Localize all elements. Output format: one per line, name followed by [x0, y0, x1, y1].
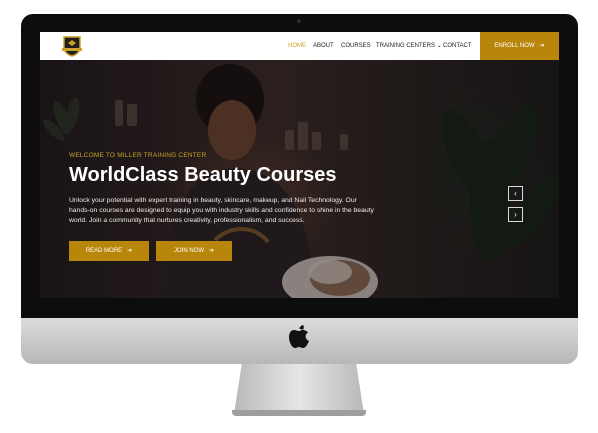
monitor-stand-base: [232, 410, 366, 416]
chevron-down-icon: ⌄: [436, 43, 442, 49]
join-now-button[interactable]: JOIN NOW ➔: [156, 241, 232, 261]
carousel-prev-button[interactable]: ‹: [508, 186, 523, 201]
apple-logo-icon: [289, 325, 309, 348]
read-more-label: READ MORE: [85, 248, 123, 254]
shield-crest-icon[interactable]: [60, 34, 84, 58]
nav-about[interactable]: ABOUT: [313, 42, 334, 50]
chevron-right-icon: ›: [514, 210, 517, 219]
nav-contact[interactable]: CONTACT: [443, 42, 472, 50]
chevron-left-icon: ‹: [514, 189, 517, 198]
hero-title: WorldClass Beauty Courses: [69, 164, 337, 186]
monitor-stand: [234, 364, 364, 414]
arrow-right-icon: ➔: [127, 248, 133, 254]
read-more-button[interactable]: READ MORE ➔: [69, 241, 149, 261]
hero-description: Unlock your potential with expert traini…: [69, 197, 374, 224]
nav-courses[interactable]: COURSES: [341, 42, 371, 50]
arrow-right-icon: ➔: [539, 43, 545, 49]
enroll-now-label: ENROLL NOW: [494, 43, 535, 49]
arrow-right-icon: ➔: [208, 248, 215, 254]
nav-training-centers-label: TRAINING CENTERS: [376, 43, 436, 49]
hero-eyebrow: WELCOME TO MILLER TRAINING CENTER: [69, 152, 207, 159]
nav-training-centers[interactable]: TRAINING CENTERS ⌄: [376, 42, 442, 50]
camera-dot: [297, 19, 301, 23]
hero-section: WELCOME TO MILLER TRAINING CENTER WorldC…: [40, 60, 559, 298]
website-screen: WELCOME TO MILLER TRAINING CENTER WorldC…: [40, 32, 559, 298]
navigation-bar: HOME ABOUT COURSES TRAINING CENTERS ⌄ CO…: [40, 32, 559, 60]
carousel-next-button[interactable]: ›: [508, 207, 523, 222]
nav-home[interactable]: HOME: [288, 42, 306, 50]
enroll-now-button[interactable]: ENROLL NOW ➔: [480, 32, 559, 60]
join-now-label: JOIN NOW: [173, 248, 204, 254]
